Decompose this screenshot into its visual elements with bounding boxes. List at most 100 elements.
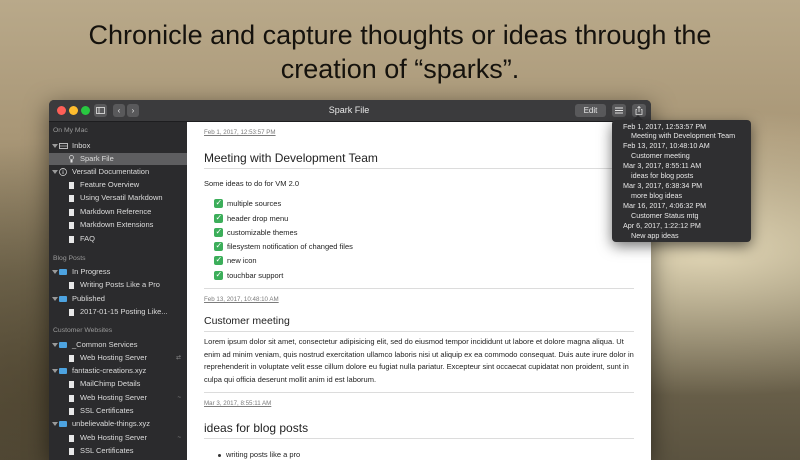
info-icon (59, 168, 67, 176)
sidebar-item-faq[interactable]: FAQ (49, 233, 187, 245)
sidebar-item-label: fantastic-creations.xyz (72, 366, 147, 375)
entry-date-link[interactable]: Mar 3, 2017, 8:55:11 AM (204, 400, 271, 407)
document-icon (69, 308, 74, 316)
sidebar-item-markdown-extensions[interactable]: Markdown Extensions (49, 219, 187, 231)
document-icon (69, 208, 74, 216)
section-on-my-mac: On My Mac (53, 127, 88, 134)
popover-entry-title[interactable]: Customer Status mtg (631, 211, 699, 220)
sidebar-item-label: Web Hosting Server (80, 433, 147, 442)
window-title: Spark File (328, 105, 370, 115)
edit-button[interactable]: Edit (575, 104, 606, 117)
entry-date-link[interactable]: Feb 1, 2017, 12:53:57 PM (204, 129, 276, 136)
checklist-item: filesystem notification of changed files (227, 242, 353, 251)
spark-file-editor[interactable]: Feb 1, 2017, 12:53:57 PM Meeting with De… (187, 122, 651, 460)
sidebar-item-mailchimp-details[interactable]: MailChimp Details (49, 378, 187, 390)
sidebar-item-web-hosting-server[interactable]: Web Hosting Server ~ (49, 432, 187, 444)
entry-divider (204, 288, 634, 289)
sidebar-item-spark-file[interactable]: Spark File (49, 153, 187, 165)
disclosure-triangle-icon[interactable] (52, 343, 58, 347)
zoom-window-button[interactable] (81, 106, 90, 115)
disclosure-triangle-icon[interactable] (52, 297, 58, 301)
disclosure-triangle-icon[interactable] (52, 422, 58, 426)
sidebar-item-ssl-certificates[interactable]: SSL Certificates (49, 405, 187, 417)
sidebar-item-using-markdown[interactable]: Using Versatil Markdown (49, 192, 187, 204)
sidebar-item-published[interactable]: Published (49, 293, 187, 305)
sidebar-item-inbox[interactable]: Inbox (49, 140, 187, 152)
back-button[interactable]: ‹ (113, 104, 125, 117)
list-icon (615, 107, 623, 114)
entries-list-button[interactable] (612, 104, 626, 117)
checkbox-checked[interactable] (214, 255, 223, 265)
minimize-window-button[interactable] (69, 106, 78, 115)
checklist-item: customizable themes (227, 228, 298, 237)
disclosure-triangle-icon[interactable] (52, 144, 58, 148)
close-window-button[interactable] (57, 106, 66, 115)
document-icon (69, 434, 74, 442)
sidebar-item-label: Versatil Documentation (72, 167, 150, 176)
folder-icon (59, 269, 67, 275)
section-customer-websites: Customer Websites (53, 327, 113, 334)
forward-button[interactable]: › (127, 104, 139, 117)
popover-entry-date[interactable]: Mar 3, 2017, 6:38:34 PM (623, 181, 702, 190)
link-indicator-icon: ⇄ (175, 355, 181, 361)
entries-popover: Feb 1, 2017, 12:53:57 PM Meeting with De… (612, 120, 751, 242)
sidebar-item-ssl-certificates[interactable]: SSL Certificates (49, 445, 187, 457)
popover-entry-date[interactable]: Mar 16, 2017, 4:06:32 PM (623, 201, 706, 210)
toggle-sidebar-button[interactable] (94, 104, 107, 117)
sidebar-item-label: unbelievable-things.xyz (72, 419, 150, 428)
disclosure-triangle-icon[interactable] (52, 369, 58, 373)
disclosure-triangle-icon[interactable] (52, 170, 58, 174)
document-icon (69, 194, 74, 202)
document-icon (69, 354, 74, 362)
heading-divider (204, 438, 634, 439)
checkbox-checked[interactable] (214, 198, 223, 208)
popover-entry-date[interactable]: Feb 1, 2017, 12:53:57 PM (623, 122, 706, 131)
sidebar-item-label: Web Hosting Server (80, 393, 147, 402)
disclosure-triangle-icon[interactable] (52, 270, 58, 274)
popover-entry-date[interactable]: Mar 3, 2017, 8:55:11 AM (623, 161, 701, 170)
sidebar-item-feature-overview[interactable]: Feature Overview (49, 179, 187, 191)
sidebar-item-web-hosting-server[interactable]: Web Hosting Server ~ (49, 392, 187, 404)
sidebar-item-fantastic-creations[interactable]: fantastic-creations.xyz (49, 365, 187, 377)
sidebar-item-label: In Progress (72, 267, 111, 276)
folder-icon (59, 342, 67, 348)
popover-entry-date[interactable]: Feb 13, 2017, 10:48:10 AM (623, 141, 710, 150)
bullet-item: writing posts like a pro (226, 450, 301, 459)
marketing-headline: Chronicle and capture thoughts or ideas … (0, 18, 800, 86)
lightbulb-icon (69, 155, 74, 163)
document-icon (69, 407, 74, 415)
entry-heading: ideas for blog posts (204, 421, 309, 435)
popover-entry-title[interactable]: more blog ideas (631, 191, 682, 200)
entry-date-link[interactable]: Feb 13, 2017, 10:48:10 AM (204, 296, 279, 303)
checkbox-checked[interactable] (214, 241, 223, 251)
popover-entry-date[interactable]: Apr 6, 2017, 1:22:12 PM (623, 221, 701, 230)
folder-icon (59, 368, 67, 374)
popover-entry-title[interactable]: ideas for blog posts (631, 171, 693, 180)
popover-entry-title[interactable]: Customer meeting (631, 151, 690, 160)
sidebar-item-markdown-reference[interactable]: Markdown Reference (49, 206, 187, 218)
chevron-left-icon: ‹ (117, 106, 121, 115)
sidebar-item-published-post[interactable]: 2017-01-15 Posting Like... (49, 306, 187, 318)
checkbox-checked[interactable] (214, 227, 223, 237)
document-icon (69, 221, 74, 229)
sidebar-item-writing-posts[interactable]: Writing Posts Like a Pro (49, 279, 187, 291)
sidebar-item-label: SSL Certificates (80, 446, 134, 455)
sidebar-item-label: Using Versatil Markdown (80, 193, 163, 202)
checkbox-checked[interactable] (214, 270, 223, 280)
headline-line-2: creation of “sparks”. (280, 54, 520, 84)
sidebar-item-versatil-documentation[interactable]: Versatil Documentation (49, 166, 187, 178)
heading-divider (204, 331, 634, 332)
sidebar-item-in-progress[interactable]: In Progress (49, 266, 187, 278)
sidebar-item-common-services[interactable]: _Common Services (49, 339, 187, 351)
sidebar-item-label: Markdown Reference (80, 207, 152, 216)
checkbox-checked[interactable] (214, 213, 223, 223)
entry-divider (204, 392, 634, 393)
sidebar-item-unbelievable-things[interactable]: unbelievable-things.xyz (49, 418, 187, 430)
chevron-right-icon: › (131, 106, 135, 115)
sidebar: On My Mac Inbox Spark File Versatil Docu… (49, 122, 187, 460)
popover-entry-title[interactable]: New app ideas (631, 231, 679, 240)
sidebar-item-web-hosting-server[interactable]: Web Hosting Server ⇄ (49, 352, 187, 364)
headline-line-1: Chronicle and capture thoughts or ideas … (88, 20, 712, 50)
sidebar-item-label: FAQ (80, 234, 96, 243)
popover-entry-title[interactable]: Meeting with Development Team (631, 131, 735, 140)
